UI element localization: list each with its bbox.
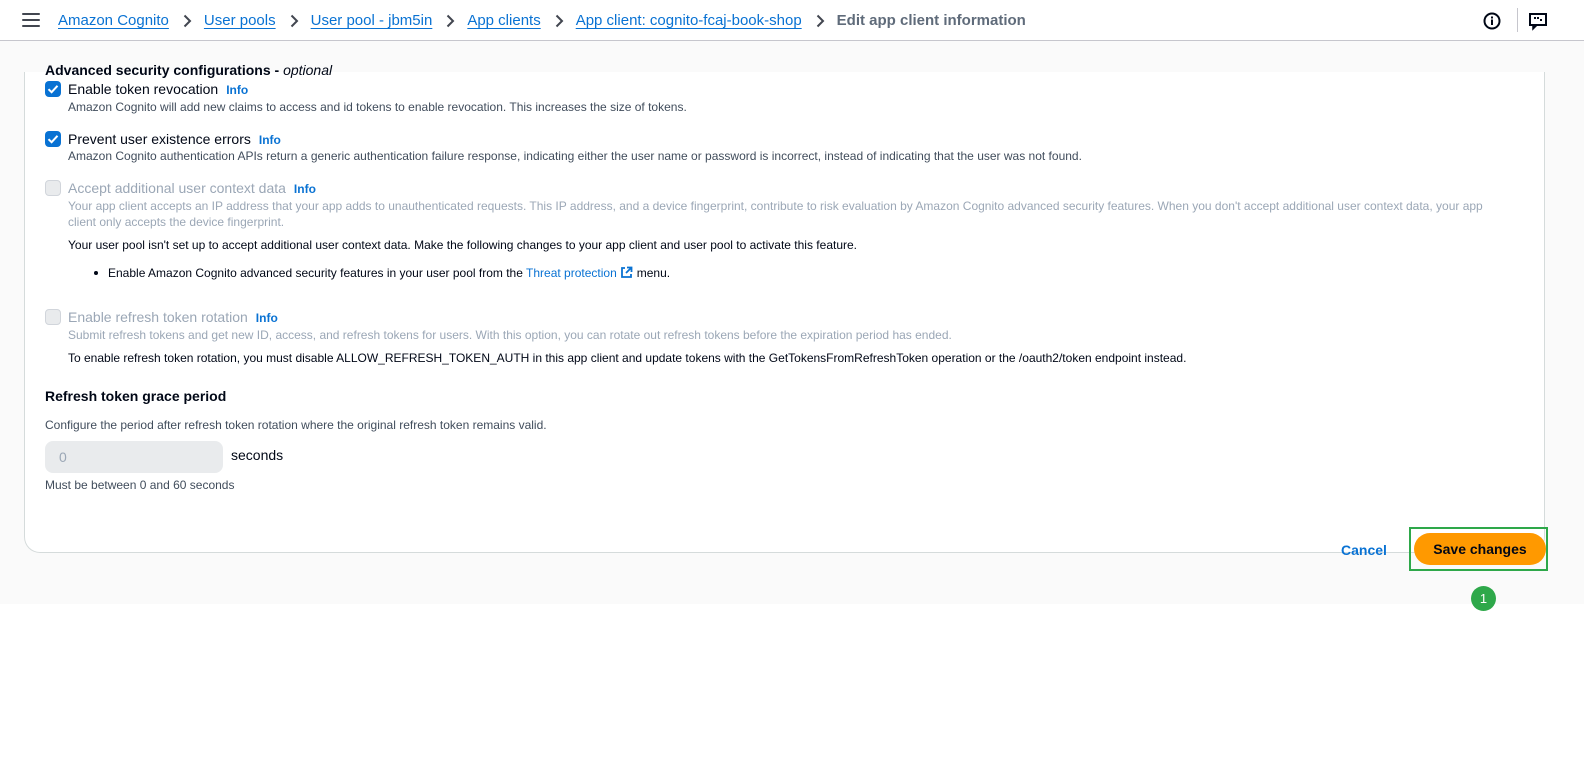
- refresh-token-rotation-checkbox: [45, 309, 61, 325]
- accept-context-data-checkbox: [45, 180, 61, 196]
- breadcrumb-amazon-cognito[interactable]: Amazon Cognito: [58, 12, 169, 29]
- cancel-button[interactable]: Cancel: [1341, 542, 1387, 558]
- grace-period-input[interactable]: 0: [45, 441, 223, 473]
- external-link-icon[interactable]: [620, 266, 633, 282]
- breadcrumb-app-clients[interactable]: App clients: [467, 12, 540, 29]
- instruction-text: Enable Amazon Cognito advanced security …: [108, 266, 523, 280]
- breadcrumb-current-page: Edit app client information: [836, 12, 1026, 29]
- context-data-label: Accept additional user context data: [68, 180, 286, 196]
- bullet-point: [94, 271, 98, 275]
- chevron-right-icon: [555, 14, 564, 28]
- token-revocation-info-link[interactable]: Info: [226, 83, 248, 97]
- breadcrumb-user-pools[interactable]: User pools: [204, 12, 276, 29]
- annotation-highlight-box: [1409, 527, 1548, 571]
- refresh-token-rotation-option: Enable refresh token rotation Info: [68, 309, 278, 327]
- context-data-setup-note: Your user pool isn't set up to accept ad…: [68, 238, 857, 252]
- refresh-rotation-description: Submit refresh tokens and get new ID, ac…: [68, 328, 952, 342]
- title-separator: -: [270, 62, 284, 78]
- info-circle-icon[interactable]: [1482, 11, 1502, 31]
- feedback-icon[interactable]: [1528, 11, 1548, 31]
- chevron-right-icon: [290, 14, 299, 28]
- token-revocation-label: Enable token revocation: [68, 81, 219, 97]
- threat-protection-instruction: Enable Amazon Cognito advanced security …: [108, 266, 670, 282]
- advanced-security-title: Advanced security configurations - optio…: [45, 62, 332, 78]
- grace-period-title: Refresh token grace period: [45, 388, 227, 404]
- grace-period-unit: seconds: [231, 447, 284, 463]
- instruction-suffix: menu.: [636, 266, 671, 280]
- prevent-errors-label: Prevent user existence errors: [68, 131, 251, 147]
- refresh-rotation-info-link[interactable]: Info: [256, 311, 278, 325]
- grace-period-value: 0: [59, 449, 67, 465]
- context-data-description-line2: client only accepts the device fingerpri…: [68, 215, 285, 229]
- token-revocation-checkbox[interactable]: [45, 81, 61, 97]
- chevron-right-icon: [816, 14, 825, 28]
- page-content: Advanced security configurations - optio…: [0, 41, 1584, 611]
- breadcrumb-user-pool[interactable]: User pool - jbm5in: [311, 12, 433, 29]
- top-navigation-bar: Amazon Cognito User pools User pool - jb…: [0, 0, 1584, 41]
- prevent-errors-info-link[interactable]: Info: [259, 133, 281, 147]
- refresh-rotation-note: To enable refresh token rotation, you mu…: [68, 351, 1187, 365]
- checkmark-icon: [47, 85, 59, 94]
- toolbar-divider: [1517, 8, 1518, 32]
- hamburger-menu-icon[interactable]: [22, 13, 40, 27]
- grace-period-description: Configure the period after refresh token…: [45, 418, 547, 432]
- annotation-step-marker: 1: [1471, 586, 1496, 611]
- prevent-errors-description: Amazon Cognito authentication APIs retur…: [68, 149, 1082, 163]
- chevron-right-icon: [446, 14, 455, 28]
- context-data-description-line1: Your app client accepts an IP address th…: [68, 199, 1483, 213]
- chevron-right-icon: [183, 14, 192, 28]
- token-revocation-description: Amazon Cognito will add new claims to ac…: [68, 100, 687, 114]
- threat-protection-link[interactable]: Threat protection: [526, 266, 617, 280]
- breadcrumb-app-client[interactable]: App client: cognito-fcaj-book-shop: [576, 12, 802, 29]
- prevent-user-existence-errors-option: Prevent user existence errors Info: [68, 131, 281, 149]
- grace-period-constraint: Must be between 0 and 60 seconds: [45, 478, 235, 492]
- section-title-text: Advanced security configurations: [45, 62, 271, 78]
- token-revocation-option: Enable token revocation Info: [68, 81, 248, 99]
- refresh-rotation-label: Enable refresh token rotation: [68, 309, 248, 325]
- context-data-info-link[interactable]: Info: [294, 182, 316, 196]
- optional-label: optional: [283, 62, 333, 78]
- accept-context-data-option: Accept additional user context data Info: [68, 180, 316, 198]
- prevent-user-existence-errors-checkbox[interactable]: [45, 131, 61, 147]
- breadcrumb: Amazon Cognito User pools User pool - jb…: [58, 12, 1026, 29]
- checkmark-icon: [47, 135, 59, 144]
